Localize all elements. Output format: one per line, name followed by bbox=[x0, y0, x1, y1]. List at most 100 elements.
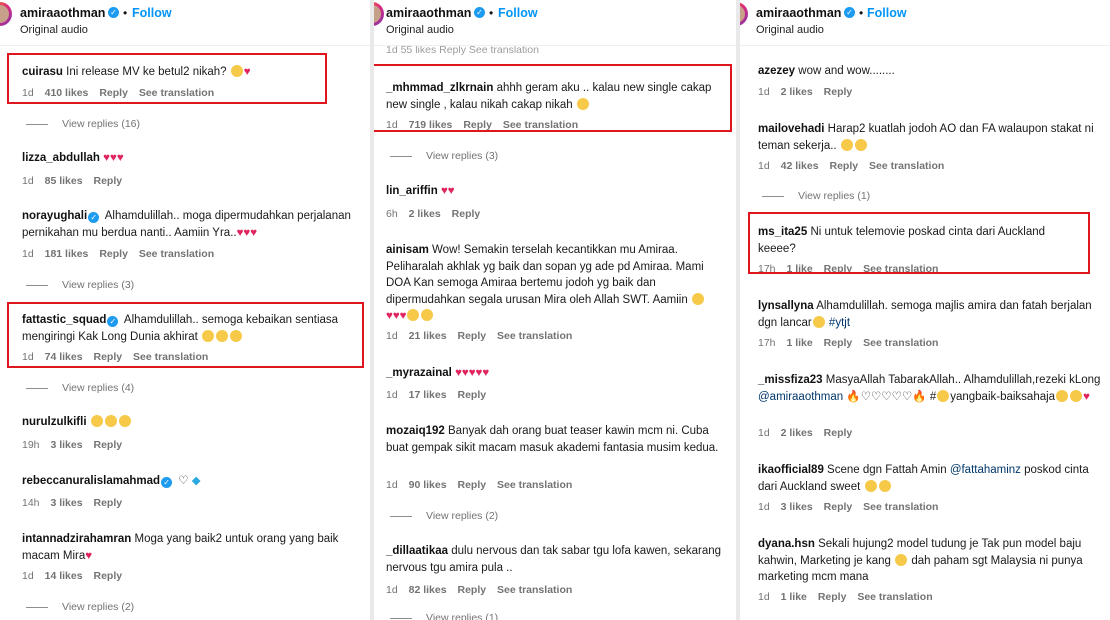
comment-likes[interactable]: 3 likes bbox=[50, 439, 82, 451]
mention-link[interactable]: @fattahaminz bbox=[950, 464, 1021, 476]
comment-time[interactable]: 1d bbox=[386, 389, 398, 401]
view-replies-button[interactable]: View replies (3) bbox=[26, 279, 134, 291]
comment-time[interactable]: 1d bbox=[758, 160, 770, 172]
reply-button[interactable]: Reply bbox=[99, 248, 128, 260]
view-replies-button[interactable]: View replies (3) bbox=[390, 150, 498, 162]
reply-button[interactable]: Reply bbox=[824, 86, 853, 98]
comment-likes[interactable]: 90 likes bbox=[409, 479, 447, 491]
reply-button[interactable]: Reply bbox=[824, 337, 853, 349]
comment-likes[interactable]: 82 likes bbox=[409, 584, 447, 596]
comment-likes[interactable]: 42 likes bbox=[781, 160, 819, 172]
see-translation-button[interactable]: See translation bbox=[857, 591, 932, 603]
comment-username[interactable]: lin_ariffin bbox=[386, 185, 438, 197]
comment-likes[interactable]: 181 likes bbox=[45, 248, 89, 260]
comments-panel-2: amiraaothman ✓ • Follow Original audio 1… bbox=[374, 0, 736, 620]
avatar[interactable] bbox=[740, 2, 748, 26]
reply-button[interactable]: Reply bbox=[94, 497, 123, 509]
comment-username[interactable]: dyana.hsn bbox=[758, 538, 815, 550]
star-struck-icon bbox=[90, 415, 103, 427]
see-translation-button[interactable]: See translation bbox=[863, 337, 938, 349]
original-audio-link[interactable]: Original audio bbox=[20, 24, 88, 36]
comment-username[interactable]: _myrazainal bbox=[386, 367, 452, 379]
comment-time[interactable]: 1d bbox=[386, 584, 398, 596]
comment-username[interactable]: intannadzirahamran bbox=[22, 533, 131, 545]
original-audio-link[interactable]: Original audio bbox=[756, 24, 824, 36]
reply-button[interactable]: Reply bbox=[457, 330, 486, 342]
comment-time[interactable]: 1d bbox=[758, 501, 770, 513]
comment-username[interactable]: rebeccanuralislamahmad bbox=[22, 475, 160, 487]
view-replies-button[interactable]: View replies (16) bbox=[26, 118, 140, 130]
comment-username[interactable]: lynsallyna bbox=[758, 300, 814, 312]
avatar[interactable] bbox=[0, 2, 12, 26]
comment-time[interactable]: 1d bbox=[386, 479, 398, 491]
post-username[interactable]: amiraaothman bbox=[756, 6, 841, 20]
comment-likes[interactable]: 21 likes bbox=[409, 330, 447, 342]
reply-button[interactable]: Reply bbox=[93, 175, 122, 187]
comment-time[interactable]: 1d bbox=[22, 570, 34, 582]
comment-time[interactable]: 14h bbox=[22, 497, 40, 509]
comment-time[interactable]: 6h bbox=[386, 208, 398, 220]
reply-button[interactable]: Reply bbox=[457, 389, 486, 401]
comment-username[interactable]: lizza_abdullah bbox=[22, 152, 100, 164]
comment-text: intannadzirahamran Moga yang baik2 untuk… bbox=[22, 533, 339, 562]
reply-button[interactable]: Reply bbox=[829, 160, 858, 172]
comment-username[interactable]: ikaofficial89 bbox=[758, 464, 824, 476]
reply-button[interactable]: Reply bbox=[93, 570, 122, 582]
see-translation-button[interactable]: See translation bbox=[497, 479, 572, 491]
reply-button[interactable]: Reply bbox=[818, 591, 847, 603]
see-translation-button[interactable]: See translation bbox=[139, 248, 214, 260]
mention-link[interactable]: @amiraaothman bbox=[758, 391, 843, 403]
see-translation-button[interactable]: See translation bbox=[869, 160, 944, 172]
view-replies-button[interactable]: View replies (2) bbox=[26, 601, 134, 613]
see-translation-button[interactable]: See translation bbox=[497, 584, 572, 596]
heart-icon: ♥♥♥ bbox=[103, 152, 124, 164]
view-replies-button[interactable]: View replies (4) bbox=[26, 382, 134, 394]
comment-time[interactable]: 1d bbox=[386, 330, 398, 342]
comment-likes[interactable]: 3 likes bbox=[50, 497, 82, 509]
comment-username[interactable]: _missfiza23 bbox=[758, 374, 823, 386]
comment-username[interactable]: mailovehadi bbox=[758, 123, 824, 135]
comment-likes[interactable]: 85 likes bbox=[45, 175, 83, 187]
comment-likes[interactable]: 2 likes bbox=[409, 208, 441, 220]
reply-button[interactable]: Reply bbox=[457, 584, 486, 596]
original-audio-link[interactable]: Original audio bbox=[386, 24, 454, 36]
comment-time[interactable]: 1d bbox=[22, 175, 34, 187]
comment-time[interactable]: 1d bbox=[758, 86, 770, 98]
comment-likes[interactable]: 1 like bbox=[786, 337, 812, 349]
comment-likes[interactable]: 1 like bbox=[781, 591, 807, 603]
comment-username[interactable]: nurulzulkifli bbox=[22, 416, 87, 428]
follow-button[interactable]: Follow bbox=[498, 6, 538, 20]
view-replies-button[interactable]: View replies (1) bbox=[390, 612, 498, 620]
reply-button[interactable]: Reply bbox=[824, 427, 853, 439]
reply-button[interactable]: Reply bbox=[452, 208, 481, 220]
post-username[interactable]: amiraaothman bbox=[20, 6, 105, 20]
comment-likes[interactable]: 17 likes bbox=[409, 389, 447, 401]
comment-time[interactable]: 17h bbox=[758, 337, 776, 349]
laughing-face-icon bbox=[864, 479, 877, 492]
see-translation-button[interactable]: See translation bbox=[863, 501, 938, 513]
comment-time[interactable]: 19h bbox=[22, 439, 40, 451]
comment-likes[interactable]: 14 likes bbox=[45, 570, 83, 582]
view-replies-button[interactable]: View replies (2) bbox=[390, 510, 498, 522]
view-replies-button[interactable]: View replies (1) bbox=[762, 190, 870, 202]
see-translation-button[interactable]: See translation bbox=[497, 330, 572, 342]
comment-username[interactable]: norayughali bbox=[22, 210, 87, 222]
comment-username[interactable]: ainisam bbox=[386, 244, 429, 256]
post-username[interactable]: amiraaothman bbox=[386, 6, 471, 20]
comment-time[interactable]: 1d bbox=[758, 427, 770, 439]
reply-button[interactable]: Reply bbox=[94, 439, 123, 451]
avatar[interactable] bbox=[374, 2, 384, 26]
comment-username[interactable]: azezey bbox=[758, 65, 795, 77]
hashtag-link[interactable]: #ytjt bbox=[829, 317, 850, 329]
comment-username[interactable]: mozaiq192 bbox=[386, 425, 445, 437]
comment-username[interactable]: _dillaatikaa bbox=[386, 545, 448, 557]
comment-time[interactable]: 1d bbox=[22, 248, 34, 260]
follow-button[interactable]: Follow bbox=[867, 6, 907, 20]
comment-likes[interactable]: 2 likes bbox=[781, 86, 813, 98]
follow-button[interactable]: Follow bbox=[132, 6, 172, 20]
comment-likes[interactable]: 3 likes bbox=[781, 501, 813, 513]
reply-button[interactable]: Reply bbox=[457, 479, 486, 491]
reply-button[interactable]: Reply bbox=[824, 501, 853, 513]
comment-likes[interactable]: 2 likes bbox=[781, 427, 813, 439]
comment-time[interactable]: 1d bbox=[758, 591, 770, 603]
